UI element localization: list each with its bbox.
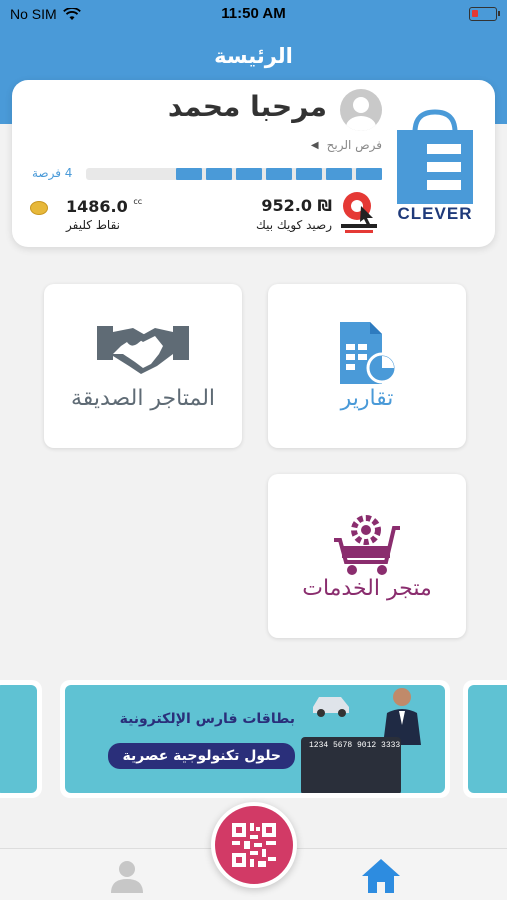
battery-icon <box>469 7 500 21</box>
banner-title: بطاقات فارس الإلكترونية <box>119 711 295 727</box>
home-icon[interactable] <box>360 857 402 895</box>
handshake-icon <box>44 320 242 390</box>
points-unit: cc <box>133 197 143 206</box>
profit-chances-label: فرص الربح <box>326 138 382 152</box>
banner-current[interactable]: بطاقات فارس الإلكترونية حلول تكنولوجية ع… <box>60 680 450 798</box>
coin-icon <box>30 201 48 215</box>
caret-left-icon: ◀ <box>310 139 319 151</box>
reports-tile[interactable]: تقارير <box>268 284 466 448</box>
progress-segment <box>266 168 292 180</box>
progress-segment <box>296 168 322 180</box>
quickpick-balance: 952.0 ₪ <box>261 196 332 215</box>
person-icon[interactable] <box>109 859 145 893</box>
banner-prev[interactable] <box>0 680 42 798</box>
profit-progress-bar <box>86 168 382 180</box>
banner-next[interactable] <box>463 680 507 798</box>
progress-segment <box>236 168 262 180</box>
qr-scan-button[interactable] <box>211 802 297 888</box>
partner-stores-tile[interactable]: المتاجر الصديقة <box>44 284 242 448</box>
reports-label: تقارير <box>340 386 394 411</box>
banner-carousel[interactable]: بطاقات فارس الإلكترونية حلول تكنولوجية ع… <box>0 680 507 798</box>
progress-segment <box>326 168 352 180</box>
points-label: نقاط كليفر <box>66 218 120 232</box>
banner-subtitle: حلول تكنولوجية عصرية <box>108 743 295 769</box>
profit-chances-row[interactable]: فرص الربح ◀ <box>311 138 382 152</box>
progress-segment <box>356 168 382 180</box>
profile-card: CLEVER مرحبا محمد فرص الربح ◀ 4 فرصة 952… <box>12 80 495 247</box>
quickpick-logo <box>341 192 377 233</box>
progress-segment <box>176 168 202 180</box>
qr-code-icon <box>232 823 276 867</box>
card-mockup: 1234 5678 9012 3333 <box>301 737 401 793</box>
chances-count: 4 فرصة <box>32 166 73 180</box>
clever-logo <box>397 109 473 204</box>
person-figure-icon <box>383 688 421 745</box>
partner-stores-label: المتاجر الصديقة <box>70 386 216 411</box>
services-store-label: متجر الخدمات <box>302 576 432 601</box>
services-store-tile[interactable]: متجر الخدمات <box>268 474 466 638</box>
status-bar: No SIM 11:50 AM <box>0 0 507 30</box>
status-time: 11:50 AM <box>221 5 286 22</box>
car-icon <box>313 697 349 717</box>
avatar[interactable] <box>340 89 382 131</box>
progress-segment <box>206 168 232 180</box>
points-value: 1486.0 <box>66 197 128 216</box>
cart-gear-icon <box>268 510 466 580</box>
greeting-text: مرحبا محمد <box>167 90 327 123</box>
quickpick-label: رصيد كويك بيك <box>256 218 332 232</box>
reports-icon <box>268 320 466 390</box>
card-number: 1234 5678 9012 3333 <box>309 741 401 750</box>
page-title: الرئيسة <box>214 44 293 68</box>
points-value-wrap: 1486.0 cc <box>66 197 142 216</box>
